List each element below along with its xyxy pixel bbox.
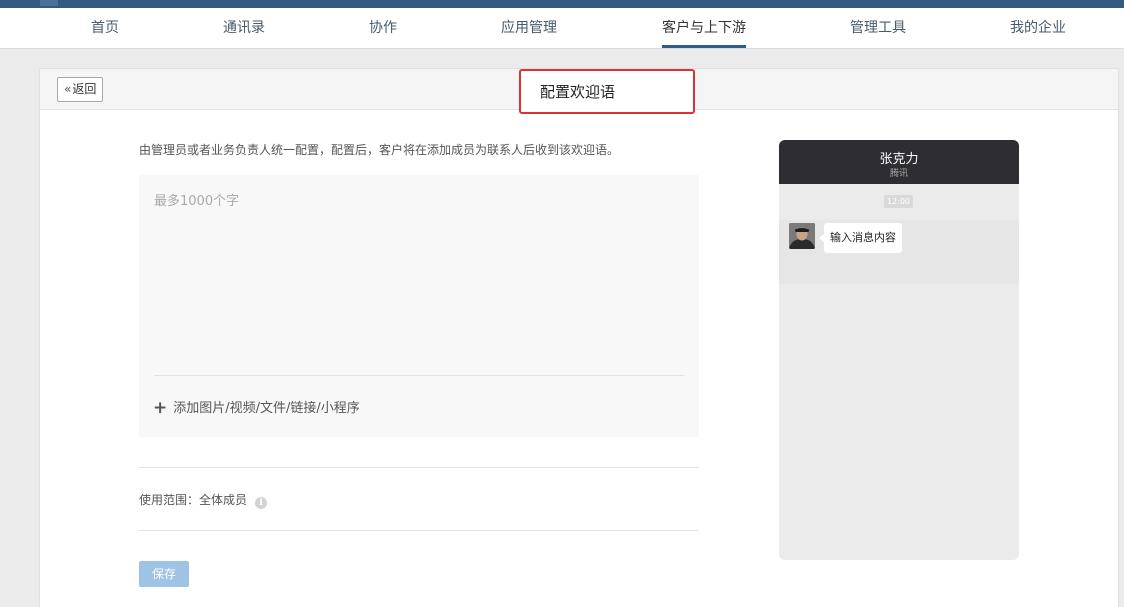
preview-time-badge: 12:00 [884,195,913,208]
welcome-message-input[interactable] [139,175,699,375]
scope-label: 使用范围： [139,493,200,507]
person-avatar-icon [789,223,815,249]
nav-item-contacts[interactable]: 通讯录 [223,8,265,49]
plus-icon: + [153,398,168,418]
preview-contact-org: 腾讯 [889,169,908,179]
page-title: 配置欢迎语 [540,83,616,101]
nav-item-customers[interactable]: 客户与上下游 [662,8,746,49]
main-nav: 首页 通讯录 协作 应用管理 客户与上下游 管理工具 我的企业 [0,8,1124,49]
description-text: 由管理员或者业务负责人统一配置，配置后，客户将在添加成员为联系人后收到该欢迎语。 [139,143,620,157]
preview-message-row: 输入消息内容 [779,220,1019,284]
nav-item-home[interactable]: 首页 [91,8,119,49]
nav-item-collaboration[interactable]: 协作 [369,8,397,49]
divider [139,530,699,531]
add-attachment-label: 添加图片/视频/文件/链接/小程序 [173,401,360,416]
preview-message-bubble: 输入消息内容 [819,223,902,253]
message-preview-phone: 张克力 腾讯 12:00 输入消息内容 [779,140,1019,560]
nav-item-my-enterprise[interactable]: 我的企业 [1010,8,1066,49]
main-card: «返回 配置欢迎语 由管理员或者业务负责人统一配置，配置后，客户将在添加成员为联… [39,68,1119,607]
logo-fragment [40,0,58,6]
nav-item-management-tools[interactable]: 管理工具 [850,8,906,49]
title-highlight-box: 配置欢迎语 [519,69,695,114]
nav-item-app-management[interactable]: 应用管理 [501,8,557,49]
divider [139,467,699,468]
card-header: «返回 配置欢迎语 [40,69,1118,114]
scope-value[interactable]: 全体成员 [199,493,247,507]
add-attachment-button[interactable]: + 添加图片/视频/文件/链接/小程序 [153,397,360,418]
back-button-label: 返回 [72,82,97,96]
preview-contact-name: 张克力 [879,152,919,167]
preview-header: 张克力 腾讯 [779,140,1019,184]
welcome-message-editor: + 添加图片/视频/文件/链接/小程序 [139,175,699,437]
double-chevron-left-icon: « [64,82,72,96]
editor-divider [154,375,684,376]
back-button[interactable]: «返回 [57,77,104,102]
scope-row: 使用范围：全体成员 i [139,491,268,509]
info-icon[interactable]: i [255,497,268,509]
top-bar [0,0,1124,8]
avatar [789,223,815,249]
save-button[interactable]: 保存 [139,561,189,587]
